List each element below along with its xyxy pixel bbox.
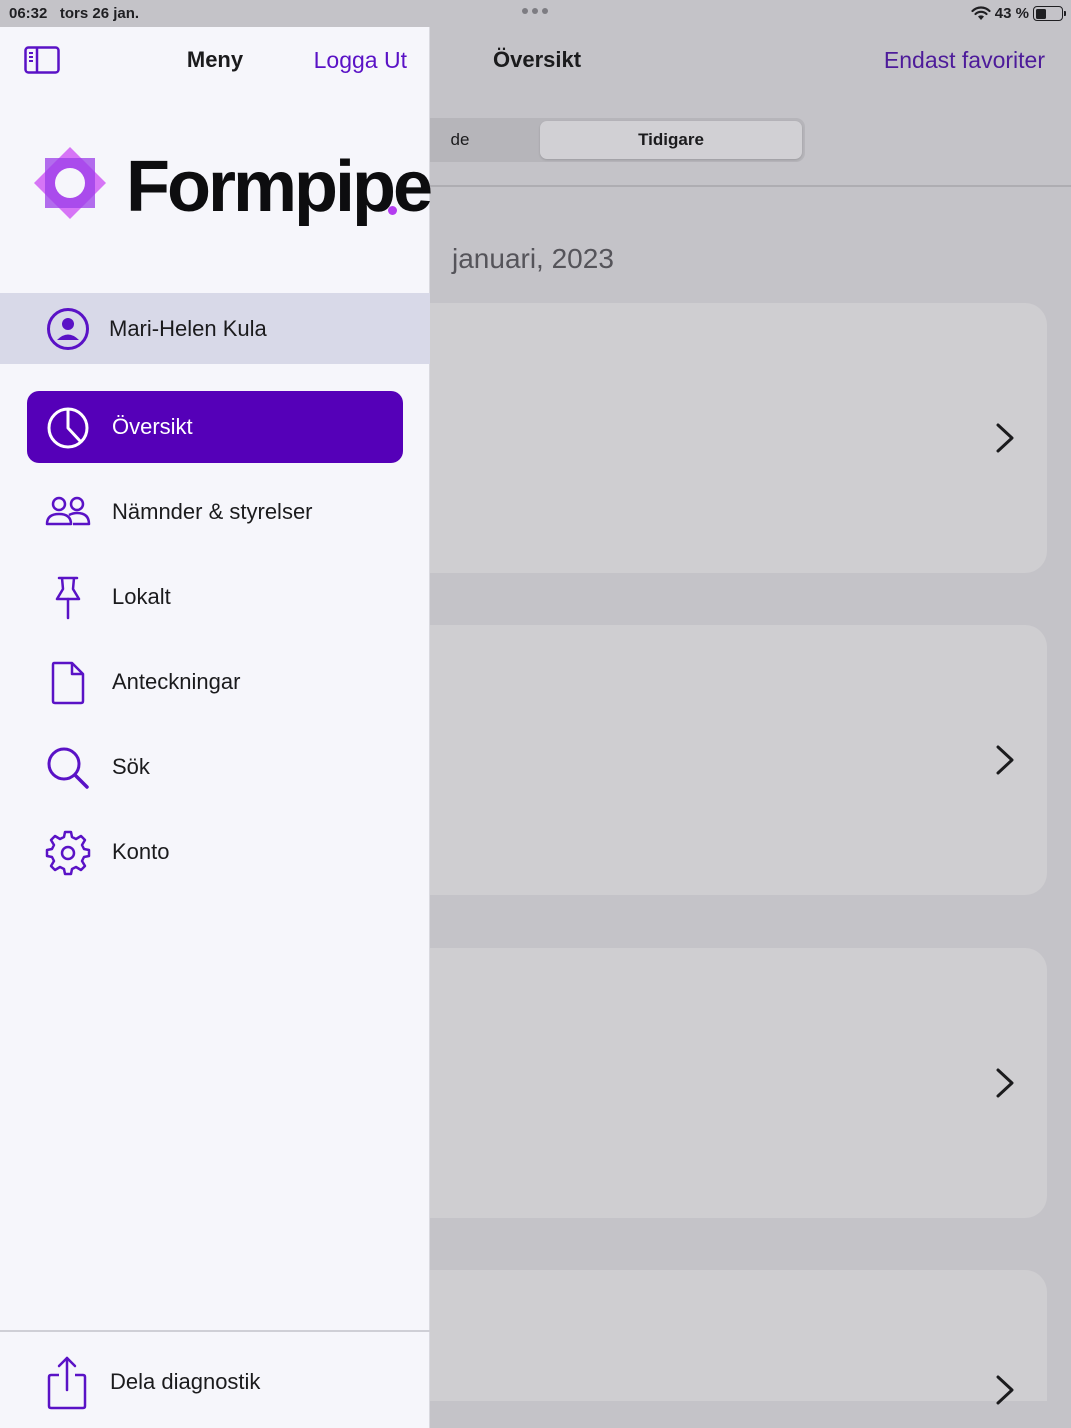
status-time: 06:32 tors 26 jan.	[9, 5, 140, 22]
battery-percent: 43 %	[994, 5, 1029, 22]
sidebar-item-label: Nämnder & styrelser	[112, 499, 313, 524]
battery-icon	[1033, 6, 1066, 21]
sidebar-item-lokalt[interactable]: Lokalt	[27, 561, 403, 633]
sidebar-item-label: Konto	[112, 839, 170, 864]
status-right: 43 %	[971, 5, 1066, 22]
chevron-right-icon	[996, 423, 1014, 453]
gear-icon	[45, 830, 91, 876]
month-header: januari, 2023	[452, 243, 614, 274]
sidebar-item-label: Sök	[112, 754, 150, 779]
multitask-dots[interactable]	[522, 8, 548, 14]
sidebar-bottom-divider	[0, 1330, 430, 1332]
sidebar-item-label: Anteckningar	[112, 669, 241, 694]
wifi-icon	[971, 6, 991, 20]
page-title: Översikt	[493, 47, 582, 72]
logout-button[interactable]: Logga Ut	[314, 47, 407, 74]
user-profile-row[interactable]: Mari-Helen Kula	[0, 293, 430, 364]
pin-icon	[55, 576, 81, 620]
document-icon	[51, 661, 85, 705]
chevron-right-icon	[996, 1068, 1014, 1098]
share-diagnostics-button[interactable]: Dela diagnostik	[0, 1345, 430, 1425]
search-icon	[47, 747, 89, 789]
logo-mark-icon	[34, 147, 106, 219]
pie-chart-icon	[47, 407, 89, 449]
sidebar-item-label: Översikt	[112, 414, 193, 439]
share-label: Dela diagnostik	[110, 1369, 261, 1394]
user-name: Mari-Helen Kula	[109, 316, 267, 341]
battery-fill	[1035, 8, 1047, 19]
segment-earlier[interactable]: Tidigare	[540, 121, 802, 159]
sidebar-topbar: Meny Logga Ut	[0, 27, 430, 93]
sidebar-item-label: Lokalt	[112, 584, 171, 609]
logo-dot	[388, 206, 397, 215]
share-icon	[47, 1356, 87, 1410]
formpipe-logo: Formpipe	[30, 142, 433, 232]
segmented-control: de Tidigare	[380, 118, 805, 162]
sidebar-item-konto[interactable]: Konto	[27, 816, 403, 888]
chevron-right-icon	[996, 745, 1014, 775]
people-icon	[45, 496, 91, 526]
sidebar-menu: Meny Logga Ut Formpipe Mari-Helen Kula Ö…	[0, 27, 433, 1428]
logo-text: Formpipe	[126, 147, 433, 227]
sidebar-item-anteckningar[interactable]: Anteckningar	[27, 646, 403, 718]
sidebar-item-oversikt[interactable]: Översikt	[27, 391, 403, 463]
chevron-right-icon	[996, 1375, 1014, 1405]
sidebar-item-sok[interactable]: Sök	[27, 731, 403, 803]
user-avatar-icon	[47, 308, 89, 350]
sidebar-item-namnder[interactable]: Nämnder & styrelser	[27, 476, 403, 548]
favorites-only-button[interactable]: Endast favoriter	[884, 47, 1045, 74]
